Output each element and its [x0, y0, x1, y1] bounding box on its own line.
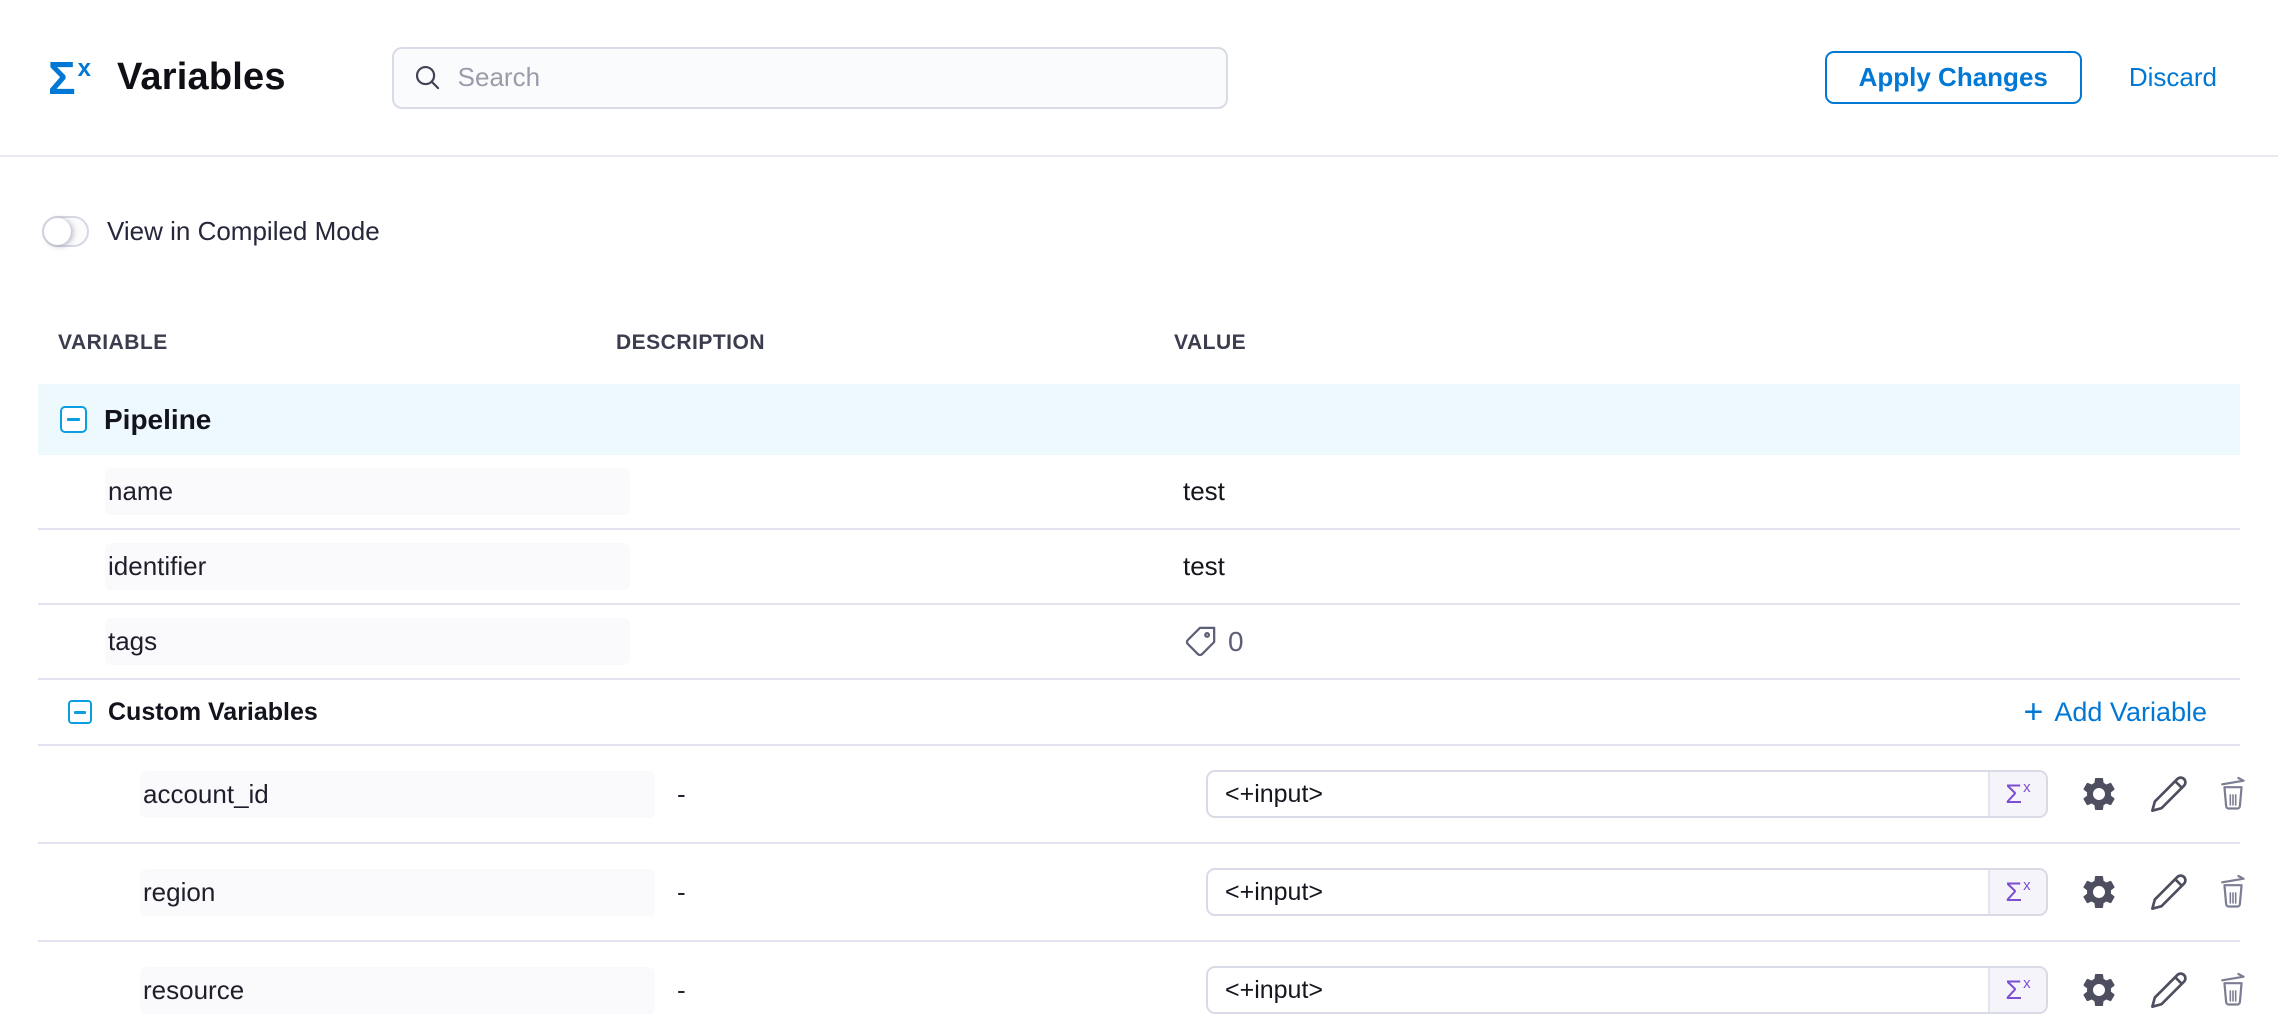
add-variable-label: Add Variable [2054, 697, 2207, 728]
table-row: resource - <+input> Σx [38, 942, 2240, 1036]
value-input[interactable]: <+input> Σx [1206, 868, 2048, 916]
header-actions: Apply Changes Discard [1825, 51, 2217, 104]
gear-icon [2079, 970, 2119, 1010]
plus-icon: + [2024, 697, 2044, 728]
tag-icon [1183, 625, 1217, 659]
delete-button[interactable] [2212, 773, 2254, 815]
tags-value: 0 [1183, 625, 1244, 659]
runtime-input-sigma-icon[interactable]: Σx [1988, 968, 2046, 1012]
table-row: name test [38, 455, 2240, 530]
edit-button[interactable] [2148, 969, 2190, 1011]
column-header-value: VALUE [1163, 331, 2240, 355]
settings-button[interactable] [2078, 773, 2120, 815]
page-title: Variables [117, 56, 286, 99]
pencil-icon [2149, 774, 2189, 814]
edit-button[interactable] [2148, 871, 2190, 913]
add-variable-button[interactable]: + Add Variable [2024, 697, 2207, 728]
column-header-description: DESCRIPTION [598, 331, 1163, 355]
variable-description: - [598, 779, 1163, 810]
gear-icon [2079, 774, 2119, 814]
runtime-input-sigma-icon[interactable]: Σx [1988, 772, 2046, 816]
column-header-variable: VARIABLE [38, 331, 598, 355]
variable-name: resource [140, 967, 655, 1014]
section-title: Pipeline [104, 404, 211, 436]
variable-name: region [140, 869, 655, 916]
runtime-input-sigma-icon[interactable]: Σx [1988, 870, 2046, 914]
top-bar: Σx Variables Apply Changes Discard [0, 0, 2278, 157]
value-input-text[interactable]: <+input> [1208, 968, 1988, 1012]
pencil-icon [2149, 872, 2189, 912]
section-title: Custom Variables [108, 698, 318, 727]
collapse-minus-icon[interactable] [68, 700, 92, 724]
value-input[interactable]: <+input> Σx [1206, 966, 2048, 1014]
delete-button[interactable] [2212, 871, 2254, 913]
settings-button[interactable] [2078, 871, 2120, 913]
variable-description: - [598, 877, 1163, 908]
pencil-icon [2149, 970, 2189, 1010]
variable-value: test [1183, 551, 1225, 582]
section-header-pipeline[interactable]: Pipeline [38, 384, 2240, 455]
table-row: tags 0 [38, 605, 2240, 680]
variables-panel: View in Compiled Mode VARIABLE DESCRIPTI… [0, 214, 2278, 1036]
section-header-custom-variables[interactable]: Custom Variables + Add Variable [38, 680, 2240, 746]
compiled-mode-row: View in Compiled Mode [38, 214, 2240, 248]
search-box[interactable] [392, 47, 1228, 109]
variable-name: identifier [105, 543, 630, 590]
apply-changes-button[interactable]: Apply Changes [1825, 51, 2082, 104]
trash-icon [2214, 971, 2252, 1009]
trash-icon [2214, 775, 2252, 813]
value-input-text[interactable]: <+input> [1208, 772, 1988, 816]
variable-name: account_id [140, 771, 655, 818]
table-row: identifier test [38, 530, 2240, 605]
variable-name: name [105, 468, 630, 515]
tag-count: 0 [1228, 626, 1244, 658]
trash-icon [2214, 873, 2252, 911]
sigma-logo-icon: Σx [48, 55, 91, 101]
toggle-knob [44, 218, 71, 245]
discard-button[interactable]: Discard [2129, 62, 2217, 93]
value-input[interactable]: <+input> Σx [1206, 770, 2048, 818]
variable-description: - [598, 975, 1163, 1006]
edit-button[interactable] [2148, 773, 2190, 815]
collapse-minus-icon[interactable] [60, 406, 87, 433]
compiled-mode-toggle[interactable] [42, 216, 89, 247]
search-input[interactable] [458, 62, 1208, 93]
table-header-row: VARIABLE DESCRIPTION VALUE [38, 322, 2240, 364]
search-icon [412, 62, 443, 93]
table-row: region - <+input> Σx [38, 844, 2240, 942]
gear-icon [2079, 872, 2119, 912]
variable-name: tags [105, 618, 630, 665]
variable-value: test [1183, 476, 1225, 507]
delete-button[interactable] [2212, 969, 2254, 1011]
settings-button[interactable] [2078, 969, 2120, 1011]
value-input-text[interactable]: <+input> [1208, 870, 1988, 914]
table-row: account_id - <+input> Σx [38, 746, 2240, 844]
compiled-mode-label: View in Compiled Mode [107, 216, 380, 247]
